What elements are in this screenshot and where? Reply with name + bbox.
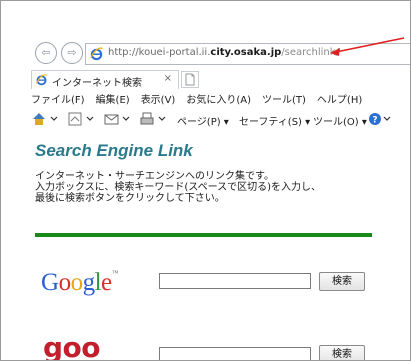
goo-search-input[interactable] xyxy=(159,347,311,360)
intro-line: 最後に検索ボタンをクリックして下さい。 xyxy=(35,193,225,204)
new-tab-button[interactable] xyxy=(181,71,199,88)
tab-strip: インターネット検索 × xyxy=(1,69,410,89)
back-button[interactable]: ⇦ xyxy=(35,42,57,64)
svg-text:?: ? xyxy=(372,116,377,126)
home-icon[interactable] xyxy=(31,111,65,127)
browser-window: ⇦ ⇨ http://kouei-portal.ii.city.osaka.jp… xyxy=(0,0,411,361)
intro-line: 入力ボックスに、検索キーワード(スペースで区切る)を入力し、 xyxy=(35,182,322,193)
help-icon[interactable]: ? xyxy=(367,111,395,127)
ie-tab-icon xyxy=(36,74,47,86)
ie-logo-icon xyxy=(90,47,103,61)
menu-file[interactable]: ファイル(F) xyxy=(31,95,85,106)
address-bar[interactable]: http://kouei-portal.ii.city.osaka.jp/sea… xyxy=(85,43,410,65)
menu-tools[interactable]: ツール(T) xyxy=(262,95,306,106)
menu-edit[interactable]: 編集(E) xyxy=(96,95,130,106)
tab-active[interactable]: インターネット検索 × xyxy=(31,70,179,89)
tab-title: インターネット検索 xyxy=(52,78,142,89)
url-text: http://kouei-portal.ii.city.osaka.jp/sea… xyxy=(108,47,339,58)
google-search-input[interactable] xyxy=(159,273,311,289)
address-row: ⇦ ⇨ http://kouei-portal.ii.city.osaka.jp… xyxy=(1,35,410,69)
google-logo[interactable]: Google™ xyxy=(41,269,119,297)
url-domain: city.osaka.jp xyxy=(210,47,282,58)
new-tab-icon xyxy=(185,73,195,86)
intro-text: インターネット・サーチエンジンへのリンク集です。 入力ボックスに、検索キーワード… xyxy=(35,171,321,204)
google-search-button[interactable]: 検索 xyxy=(319,272,365,291)
back-arrow-icon: ⇦ xyxy=(41,46,51,59)
green-divider xyxy=(35,233,372,237)
menu-bar: ファイル(F) 編集(E) 表示(V) お気に入り(A) ツール(T) ヘルプ(H) xyxy=(31,91,373,109)
menu-favorites[interactable]: お気に入り(A) xyxy=(186,95,251,106)
feeds-icon[interactable] xyxy=(67,111,101,127)
print-icon[interactable] xyxy=(139,111,173,127)
tools-menu-button[interactable]: ツール(O) ▾ xyxy=(313,113,367,128)
forward-arrow-icon: ⇨ xyxy=(67,46,77,59)
goo-search-button[interactable]: 検索 xyxy=(319,345,365,360)
url-prefix: http://kouei-portal.ii. xyxy=(108,47,211,58)
close-tab-icon[interactable]: × xyxy=(164,73,172,84)
url-suffix: /searchlink/ xyxy=(281,47,339,58)
goo-logo[interactable]: goo xyxy=(43,331,101,360)
page-menu-button[interactable]: ページ(P) ▾ xyxy=(177,113,229,128)
safety-menu-button[interactable]: セーフティ(S) ▾ xyxy=(239,113,310,128)
intro-line: インターネット・サーチエンジンへのリンク集です。 xyxy=(35,171,274,182)
menu-help[interactable]: ヘルプ(H) xyxy=(317,95,362,106)
page-title: Search Engine Link xyxy=(35,141,193,160)
forward-button[interactable]: ⇨ xyxy=(61,42,83,64)
mail-icon[interactable] xyxy=(103,111,137,127)
menu-view[interactable]: 表示(V) xyxy=(141,95,176,106)
